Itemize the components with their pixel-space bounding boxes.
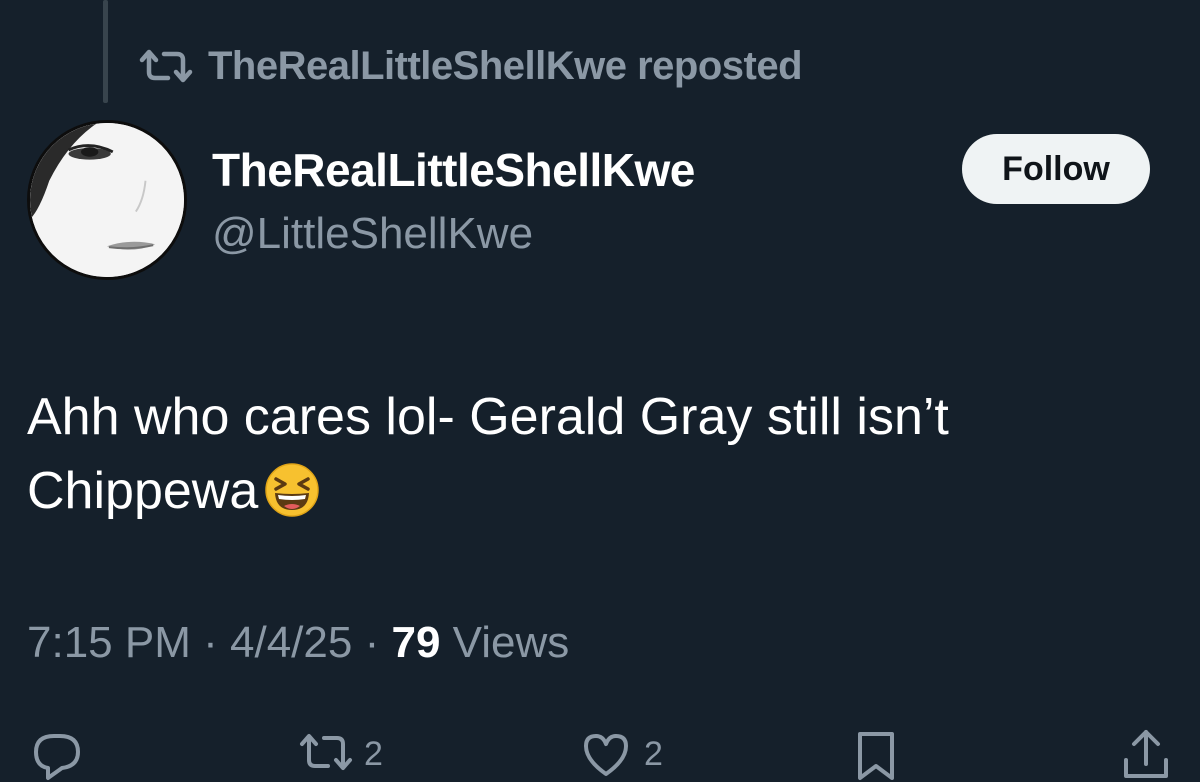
repost-count: 2 (364, 734, 383, 773)
post-meta: 7:15 PM · 4/4/25 · 79 Views (27, 615, 569, 671)
meta-separator: · (203, 618, 218, 667)
author-handle[interactable]: @LittleShellKwe (212, 207, 533, 261)
post-date[interactable]: 4/4/25 (230, 618, 352, 667)
repost-label: TheRealLittleShellKwe reposted (208, 43, 803, 88)
action-bar: 2 2 (0, 720, 1200, 780)
like-count: 2 (644, 734, 663, 773)
post-body: Ahh who cares lol- Gerald Gray still isn… (27, 380, 1177, 528)
grinning-squinting-face-emoji (264, 462, 320, 518)
bookmark-icon (850, 726, 906, 782)
author-display-name[interactable]: TheRealLittleShellKwe (212, 142, 695, 198)
meta-separator: · (364, 618, 380, 667)
views-label: Views (452, 618, 570, 667)
follow-button[interactable]: Follow (962, 134, 1150, 204)
thread-connector-line (103, 0, 108, 103)
heart-icon (578, 726, 634, 782)
post-text: Ahh who cares lol- Gerald Gray still isn… (27, 388, 949, 520)
share-icon (1118, 726, 1174, 782)
share-button[interactable] (1118, 726, 1174, 782)
post-time[interactable]: 7:15 PM (27, 618, 191, 667)
repost-header[interactable]: TheRealLittleShellKwe reposted (138, 40, 803, 92)
like-button[interactable]: 2 (578, 726, 663, 782)
avatar[interactable] (27, 120, 187, 280)
repost-icon (298, 726, 354, 782)
repost-icon (138, 46, 194, 86)
reply-button[interactable] (28, 726, 84, 782)
bookmark-button[interactable] (850, 726, 906, 782)
views-count: 79 (391, 618, 441, 667)
repost-button[interactable]: 2 (298, 726, 383, 782)
reply-icon (28, 726, 84, 782)
